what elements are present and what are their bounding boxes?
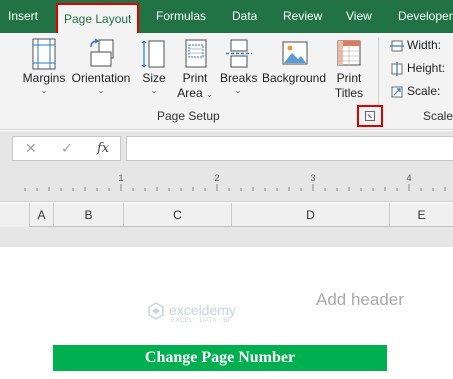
chevron-down-icon: ⌄	[40, 86, 48, 95]
print-area-label-1: Print	[182, 71, 208, 85]
tab-review[interactable]: Review	[283, 0, 322, 33]
add-header-placeholder[interactable]: Add header	[316, 290, 404, 310]
enter-icon[interactable]: ✓	[61, 140, 73, 157]
size-button[interactable]: Size ⌄	[140, 37, 168, 95]
print-area-label-2: Area ⌄	[175, 86, 215, 102]
scale-percent-control[interactable]: Scale:	[389, 84, 440, 99]
title-banner: Change Page Number	[53, 345, 387, 371]
horizontal-ruler: 1 2 3 4	[0, 168, 453, 202]
select-all-corner[interactable]	[0, 203, 30, 227]
scale-width-control[interactable]: Width:	[389, 38, 441, 53]
watermark-text: exceldemy	[169, 302, 236, 318]
ruler-mark-2: 2	[214, 173, 219, 183]
watermark-subtext: EXCEL · DATA · BI	[171, 318, 231, 325]
scale-height-label: Height:	[407, 61, 446, 75]
print-titles-icon	[337, 40, 361, 66]
column-headers: A B C D E	[0, 203, 453, 227]
tab-formulas[interactable]: Formulas	[156, 0, 206, 33]
size-icon	[141, 40, 165, 68]
scale-icon	[391, 86, 403, 98]
margins-button[interactable]: Margins ⌄	[20, 37, 68, 95]
page-setup-dialog-launcher[interactable]	[357, 105, 383, 127]
chevron-down-icon: ⌄	[234, 86, 242, 95]
tab-page-layout[interactable]: Page Layout	[56, 3, 140, 33]
ruler-mark-1: 1	[118, 173, 123, 183]
column-header-a[interactable]: A	[30, 203, 54, 227]
scale-label: Scale:	[407, 84, 441, 98]
tab-view[interactable]: View	[346, 0, 372, 33]
page-setup-group-label: Page Setup	[157, 109, 220, 123]
margins-label: Margins	[22, 71, 66, 85]
column-header-e[interactable]: E	[390, 203, 453, 227]
tab-insert[interactable]: Insert	[8, 0, 38, 33]
print-titles-button[interactable]: Print Titles	[333, 37, 365, 101]
background-picture-icon	[282, 41, 308, 65]
ribbon-page-layout: Margins ⌄ Orientation ⌄ Size ⌄ Print Are…	[0, 33, 453, 130]
width-icon	[390, 40, 404, 52]
print-titles-label-2: Titles	[334, 86, 364, 100]
margins-icon	[32, 38, 56, 70]
formula-input[interactable]	[126, 136, 453, 161]
background-button[interactable]: Background	[261, 37, 327, 86]
breaks-label: Breaks	[220, 71, 258, 85]
exceldemy-logo-icon	[148, 302, 164, 321]
orientation-label: Orientation	[71, 71, 131, 85]
ruler-mark-4: 4	[406, 173, 411, 183]
background-label: Background	[261, 71, 327, 85]
print-area-label-text: Area	[177, 86, 203, 100]
page-gap	[0, 227, 453, 247]
scale-height-control[interactable]: Height:	[389, 61, 445, 76]
scale-width-label: Width:	[407, 38, 442, 52]
print-titles-label-1: Print	[336, 71, 362, 85]
formula-buttons: ✕ ✓ fx	[12, 136, 121, 161]
print-area-icon	[185, 39, 207, 68]
column-header-d[interactable]: D	[232, 203, 390, 227]
formula-bar: ✕ ✓ fx	[0, 131, 453, 168]
tab-data[interactable]: Data	[232, 0, 257, 33]
orientation-icon	[90, 38, 114, 67]
column-header-c[interactable]: C	[124, 203, 232, 227]
breaks-icon	[226, 39, 252, 68]
chevron-down-icon: ⌄	[206, 90, 213, 99]
watermark: exceldemy EXCEL · DATA · BI	[147, 302, 236, 324]
ruler-scale: 1 2 3 4	[24, 173, 446, 191]
column-header-b[interactable]: B	[54, 203, 124, 227]
orientation-button[interactable]: Orientation ⌄	[70, 37, 132, 95]
breaks-button[interactable]: Breaks ⌄	[220, 37, 258, 95]
chevron-down-icon: ⌄	[150, 86, 158, 95]
scale-to-fit-group-label: Scale t	[423, 109, 453, 123]
height-icon	[391, 61, 403, 76]
cancel-icon[interactable]: ✕	[25, 140, 37, 157]
ruler-mark-3: 3	[310, 173, 315, 183]
dialog-launcher-icon	[365, 111, 375, 121]
chevron-down-icon: ⌄	[97, 86, 105, 95]
print-area-button[interactable]: Print Area ⌄	[175, 37, 215, 102]
insert-function-icon[interactable]: fx	[97, 141, 109, 156]
ribbon-tab-bar: Insert Page Layout Formulas Data Review …	[0, 0, 453, 33]
tab-developer[interactable]: Developer	[398, 0, 453, 33]
size-label: Size	[142, 71, 166, 85]
